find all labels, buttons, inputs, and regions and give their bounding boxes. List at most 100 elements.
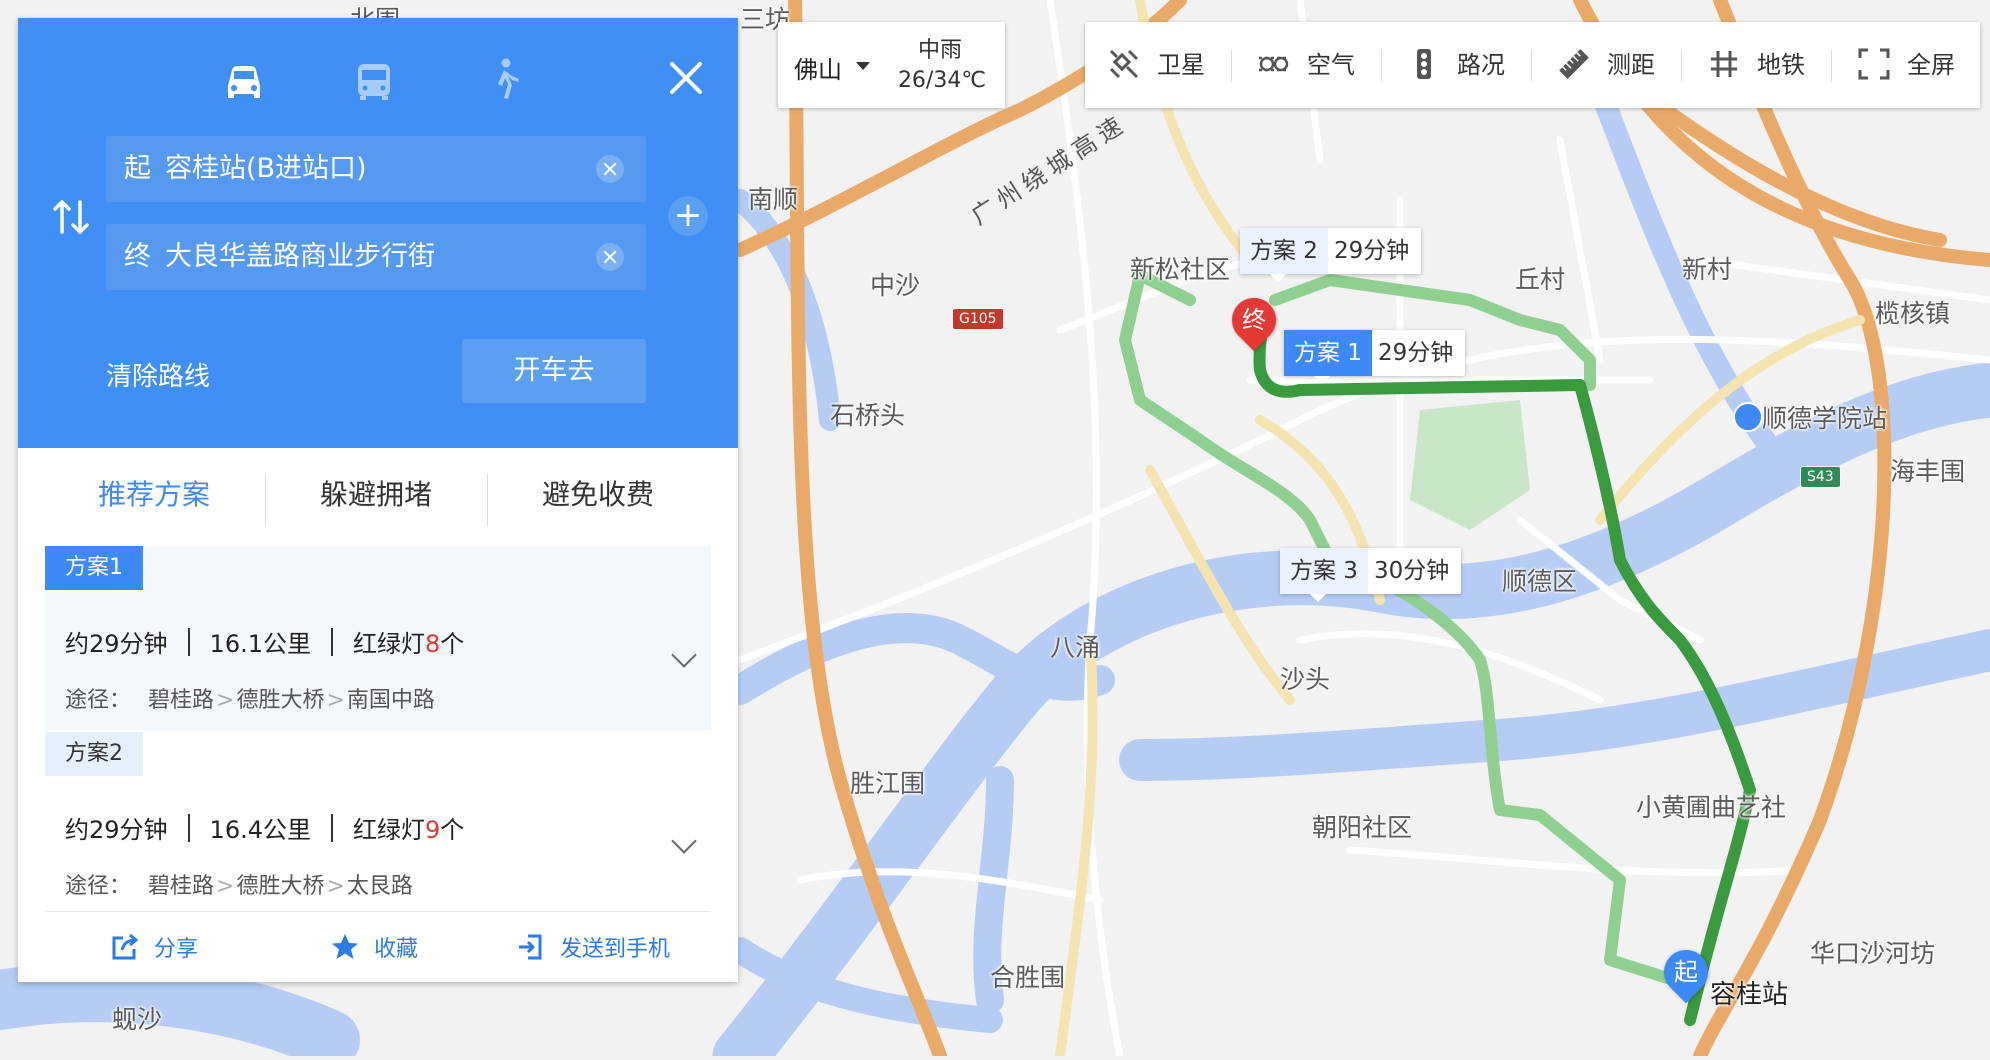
share-button[interactable]: 分享 [110, 930, 198, 970]
weather-temperature: 26/34℃ [897, 68, 987, 93]
chevron-down-icon[interactable] [671, 642, 697, 668]
chevron-right-icon: > [326, 874, 345, 899]
plan-distance: 16.1公里 [209, 630, 311, 658]
route-plan-2[interactable]: 方案2 约29分钟 16.4公里 红绿灯9个 途径： 碧桂路>德胜大桥>太艮路 [45, 732, 711, 902]
toolbar-divider [1381, 50, 1382, 82]
walk-icon [498, 58, 519, 99]
add-waypoint-button[interactable]: + [668, 196, 708, 236]
route-panel: 起容桂站(B进站口) 终大良华盖路商业步行街 + 清除路线 开车去 推荐方案 躲… [18, 18, 738, 982]
map-label: 合胜围 [990, 963, 1066, 992]
map-label: 新松社区 [1130, 255, 1231, 284]
tab-avoid-tolls[interactable]: 避免收费 [488, 450, 708, 540]
air-quality-button[interactable]: 空气 [1257, 22, 1355, 108]
tab-avoid-congestion[interactable]: 躲避拥堵 [266, 450, 486, 540]
clear-end-icon[interactable] [596, 243, 624, 271]
start-location-value: 容桂站(B进站口) [165, 153, 367, 184]
start-driving-button[interactable]: 开车去 [462, 339, 646, 403]
chevron-right-icon: > [326, 688, 345, 713]
map-label: 南顺 [748, 185, 799, 214]
route-plan-1[interactable]: 方案1 约29分钟 16.1公里 红绿灯8个 途径： 碧桂路>德胜大桥>南国中路 [45, 546, 711, 730]
chevron-down-icon[interactable] [856, 62, 870, 70]
plan-via: 途径： 碧桂路>德胜大桥>太艮路 [65, 874, 413, 899]
weather-condition: 中雨 [917, 38, 962, 63]
close-button[interactable] [658, 50, 714, 106]
route-callout-plan-3[interactable]: 方案 3 30分钟 [1280, 548, 1462, 602]
map-label: 海丰围 [1890, 457, 1966, 486]
map-label: 顺德学院站 [1762, 404, 1888, 433]
road-shield: G105 [952, 308, 1004, 330]
start-marker[interactable]: 起 [1654, 940, 1718, 1006]
map-label: 华口沙河坊 [1810, 939, 1936, 968]
route-callout-plan-2[interactable]: 方案 2 29分钟 [1240, 228, 1422, 282]
end-location-value: 大良华盖路商业步行街 [165, 241, 435, 272]
car-icon [228, 66, 260, 98]
close-icon [670, 62, 702, 94]
map-label: 小黄圃曲艺社 [1636, 793, 1787, 822]
swap-arrows-icon [53, 200, 89, 234]
plan-badge: 方案2 [45, 732, 143, 776]
map-label: 八涌 [1050, 633, 1101, 662]
toolbar-divider [1531, 50, 1532, 82]
city-selector[interactable]: 佛山 [794, 50, 842, 85]
map-label: 石桥头 [830, 401, 906, 430]
send-to-phone-button[interactable]: 发送到手机 [516, 930, 670, 970]
bus-icon [358, 64, 390, 100]
map-label: 朝阳社区 [1312, 813, 1413, 842]
plan-lights-label: 红绿灯 [352, 816, 425, 844]
map-label: 顺德区 [1502, 567, 1578, 596]
map-label: 中沙 [870, 271, 921, 300]
chevron-down-icon[interactable] [671, 828, 697, 854]
swap-button[interactable] [48, 194, 94, 240]
ruler-icon [1559, 49, 1589, 79]
measure-button[interactable]: 测距 [1557, 22, 1655, 108]
plan-distance: 16.4公里 [209, 816, 311, 844]
fullscreen-button[interactable]: 全屏 [1857, 22, 1955, 108]
subway-icon [1711, 51, 1737, 77]
plan-summary: 约29分钟 16.4公里 红绿灯9个 [65, 810, 464, 845]
air-icon [1259, 56, 1289, 72]
plan-via: 途径： 碧桂路>德胜大桥>南国中路 [65, 688, 435, 713]
route-search-header: 起容桂站(B进站口) 终大良华盖路商业步行街 + 清除路线 开车去 [18, 18, 738, 448]
map-label: 榄核镇 [1875, 299, 1951, 328]
transit-mode-button[interactable] [344, 50, 404, 110]
plan-time: 约29分钟 [65, 816, 168, 844]
share-icon [112, 933, 139, 960]
fullscreen-icon [1858, 48, 1890, 80]
plan-lights-label: 红绿灯 [352, 630, 425, 658]
weather-widget: 佛山 中雨 26/34℃ [778, 22, 1005, 108]
toolbar-divider [1231, 50, 1232, 82]
plan-lights-count: 9 [424, 816, 441, 844]
map-toolbar: 卫星 空气 路况 测距 地铁 全屏 [1085, 22, 1980, 108]
traffic-button[interactable]: 路况 [1407, 22, 1505, 108]
route-callout-plan-1[interactable]: 方案 1 29分钟 [1284, 330, 1466, 384]
drive-mode-button[interactable] [214, 50, 274, 110]
end-marker[interactable]: 终 [1222, 288, 1286, 354]
subway-station-icon [1733, 402, 1763, 432]
send-to-phone-icon [519, 934, 542, 960]
map-label: 丘村 [1515, 265, 1566, 294]
traffic-light-icon [1417, 49, 1431, 79]
toolbar-divider [1681, 50, 1682, 82]
favorite-button[interactable]: 收藏 [330, 930, 418, 970]
clear-route-link[interactable]: 清除路线 [106, 356, 210, 393]
start-station-label: 容桂站 [1710, 980, 1789, 1010]
map-label: 沙头 [1280, 665, 1331, 694]
toolbar-divider [1831, 50, 1832, 82]
clear-start-icon[interactable] [596, 155, 624, 183]
satellite-button[interactable]: 卫星 [1107, 22, 1205, 108]
route-preference-tabs: 推荐方案 躲避拥堵 避免收费 [18, 450, 738, 540]
plan-summary: 约29分钟 16.1公里 红绿灯8个 [65, 624, 464, 659]
plan-lights-unit: 个 [440, 630, 465, 658]
plan-badge: 方案1 [45, 546, 143, 590]
walk-mode-button[interactable] [474, 50, 534, 110]
road-shield: S43 [1800, 466, 1841, 488]
tab-recommended[interactable]: 推荐方案 [44, 450, 264, 540]
map-label: 蚬沙 [112, 1005, 163, 1034]
plan-time: 约29分钟 [65, 630, 168, 658]
chevron-right-icon: > [216, 688, 235, 713]
start-location-field[interactable]: 起容桂站(B进站口) [106, 136, 646, 202]
end-location-field[interactable]: 终大良华盖路商业步行街 [106, 224, 646, 290]
satellite-icon [1109, 49, 1139, 79]
footer-divider [45, 911, 711, 912]
subway-button[interactable]: 地铁 [1707, 22, 1805, 108]
